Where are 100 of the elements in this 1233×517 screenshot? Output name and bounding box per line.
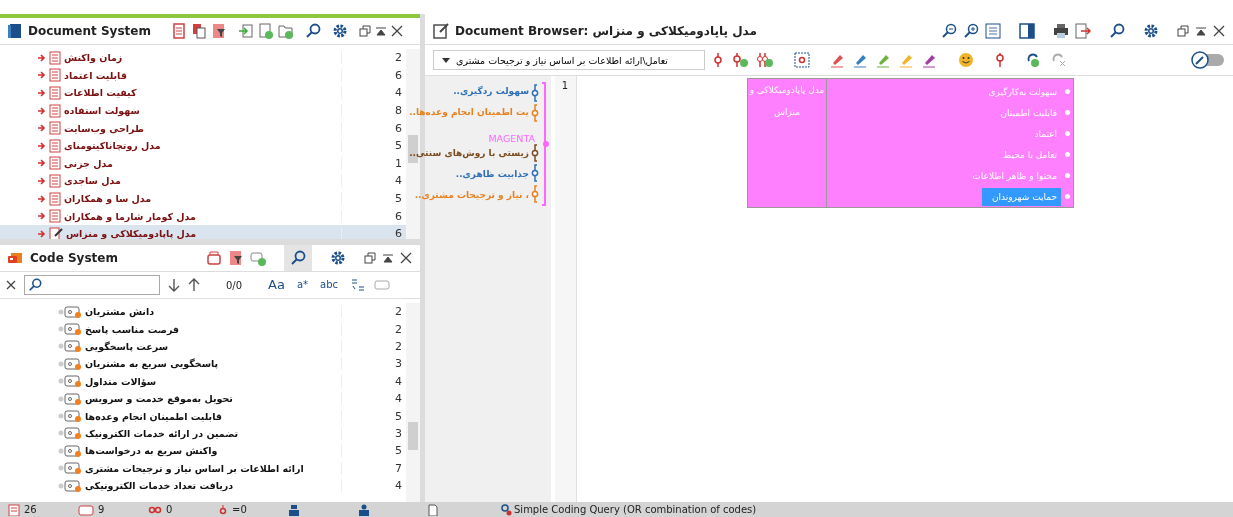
undock-icon[interactable] — [358, 25, 371, 37]
search-field[interactable] — [24, 275, 160, 295]
document-count: 26 — [24, 504, 37, 515]
code-stripe-label[interactable]: زیستی با روش‌های سنتی.. — [409, 144, 529, 165]
arrow-down-icon[interactable] — [168, 278, 180, 292]
search-icon[interactable] — [304, 23, 321, 39]
bullet-icon — [1065, 173, 1070, 178]
search-icon[interactable] — [290, 250, 306, 266]
collapse-icon[interactable] — [374, 25, 387, 37]
code-icon — [58, 410, 82, 423]
close-icon[interactable] — [6, 280, 16, 290]
smiley-icon[interactable] — [958, 52, 974, 68]
segment-count: 3 — [341, 357, 402, 371]
settings-icon[interactable] — [330, 250, 346, 266]
close-icon[interactable] — [1213, 25, 1225, 37]
code-name: قابلیت اطمینان انجام وعده‌ها — [85, 410, 222, 422]
code-dropdown[interactable]: تعامل\ارائه اطلاعات بر اساس نیاز و ترجیحات مشتری — [433, 50, 705, 70]
segment-count: 5 — [341, 444, 402, 458]
close-icon[interactable] — [390, 25, 403, 37]
arrow-icon — [38, 53, 46, 62]
arrow-icon — [38, 229, 46, 238]
copy-icon[interactable] — [190, 23, 207, 39]
code-pin-icon[interactable] — [994, 52, 1006, 68]
segment-count: 8 — [341, 104, 402, 118]
code-name: تضمین در ارائه خدمات الکترونیک — [85, 427, 239, 439]
filter-icon[interactable] — [210, 23, 227, 39]
document-name: مدل ساجدی — [64, 175, 121, 187]
code-icon — [58, 305, 82, 318]
document-name: زمان واکنش — [64, 52, 123, 64]
settings-icon[interactable] — [1143, 23, 1159, 39]
code-pin-icon[interactable] — [712, 52, 724, 68]
list-item: حمایت شهروندان — [981, 187, 1061, 206]
code-name: واکنش سریع به درخواست‌ها — [85, 445, 218, 457]
code-stripe-label[interactable]: سهولت ردگیری.. — [453, 82, 529, 103]
code-stripe[interactable] — [531, 84, 539, 102]
add-code-icon[interactable] — [731, 52, 749, 68]
highlighter-icon[interactable] — [922, 52, 938, 68]
document-icon — [428, 503, 438, 516]
document-icon — [49, 103, 61, 118]
segment-count: 1 — [341, 156, 402, 170]
arrow-icon — [38, 194, 46, 203]
documents-icon[interactable] — [170, 23, 187, 39]
collapse-icon[interactable] — [1195, 25, 1207, 37]
undock-icon[interactable] — [364, 252, 376, 264]
segment-count: 5 — [341, 192, 402, 206]
new-folder-icon[interactable] — [277, 23, 294, 39]
segment-count: 4 — [341, 479, 402, 493]
highlighter-icon[interactable] — [853, 52, 869, 68]
bullet-icon — [1065, 110, 1070, 115]
segment-count: 2 — [341, 51, 402, 65]
search-icon[interactable] — [1109, 23, 1125, 39]
collapse-icon[interactable] — [382, 252, 394, 264]
edit-mode-toggle[interactable] — [1191, 51, 1225, 69]
import-icon[interactable] — [237, 23, 254, 39]
close-icon[interactable] — [400, 252, 412, 264]
code-stripe-label[interactable]: جذابیت ظاهری.. — [455, 165, 529, 186]
code-stripe[interactable] — [531, 144, 539, 162]
highlighter-icon[interactable] — [830, 52, 846, 68]
segment-count: 5 — [341, 139, 402, 153]
select-code-icon[interactable] — [794, 52, 810, 68]
segment-count: 4 — [341, 174, 402, 188]
scrollbar-thumb[interactable] — [408, 422, 418, 451]
pane-title: Code System — [30, 251, 118, 265]
export-icon[interactable] — [1075, 23, 1091, 39]
arrow-up-icon[interactable] — [188, 278, 200, 292]
zoom-in-icon[interactable] — [963, 23, 979, 39]
undock-icon[interactable] — [1177, 25, 1189, 37]
arrow-icon — [38, 141, 46, 150]
whole-word-option[interactable]: abc — [320, 278, 339, 292]
code-icon — [58, 427, 82, 440]
wildcard-option[interactable]: a* — [296, 278, 309, 292]
match-case-option[interactable]: Aa — [268, 278, 285, 292]
highlighter-icon[interactable] — [876, 52, 892, 68]
settings-icon[interactable] — [331, 23, 348, 39]
code-name: دانش مشتریان — [85, 306, 154, 318]
document-icon — [49, 209, 61, 224]
zoom-out-icon[interactable] — [941, 23, 957, 39]
code-icon — [58, 323, 82, 336]
segment-count: 3 — [341, 426, 402, 440]
arrow-icon — [38, 212, 46, 221]
code-icon — [58, 340, 82, 353]
code-stripe[interactable] — [531, 164, 539, 182]
document-icon — [49, 138, 61, 153]
edit-icon[interactable] — [433, 23, 449, 39]
code-tag-icon[interactable] — [206, 250, 222, 266]
code-icon — [58, 375, 82, 388]
document-name: کیفیت اطلاعات — [64, 87, 137, 99]
weight-count: =0 — [232, 504, 247, 515]
bullet-icon — [1065, 89, 1070, 94]
panel-icon[interactable] — [1019, 23, 1035, 39]
add-codes-icon[interactable] — [756, 52, 774, 68]
filter-icon[interactable] — [228, 250, 244, 266]
code-icon — [58, 392, 82, 405]
caret-icon — [442, 57, 450, 63]
print-icon[interactable] — [1053, 23, 1069, 39]
code-name: ارائه اطلاعات بر اساس نیاز و ترجیحات مشتری — [85, 462, 304, 474]
document-name: مدل پاپادومیکلاکی و منزاس — [66, 228, 197, 239]
segment-count: 5 — [341, 409, 402, 423]
list-item: تعامل با محیط — [1001, 148, 1058, 162]
bullet-icon — [1065, 194, 1070, 199]
